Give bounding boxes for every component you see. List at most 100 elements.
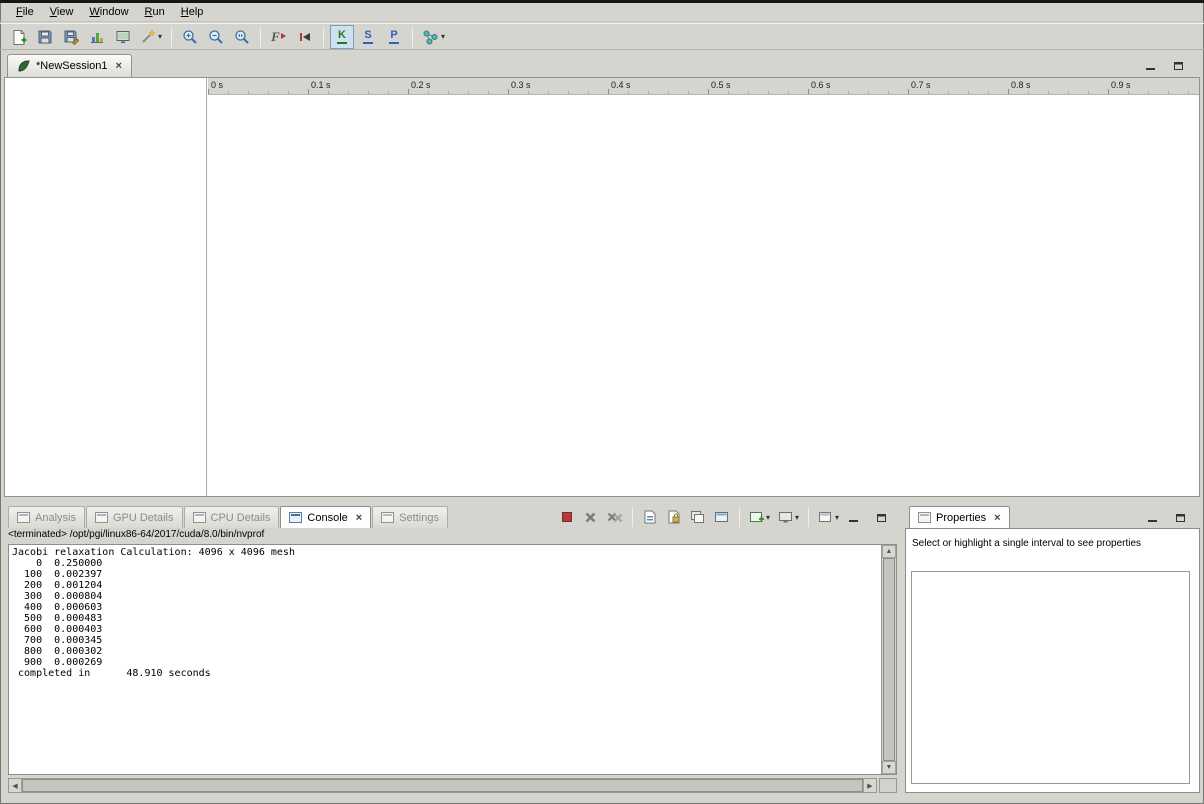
kernel-toggle-button[interactable]: K bbox=[330, 25, 354, 49]
editor-maximize-button[interactable] bbox=[1171, 59, 1186, 72]
ruler-tick-mark bbox=[1128, 91, 1129, 94]
console-horizontal-scrollbar[interactable]: ◀ ▶ bbox=[8, 778, 877, 793]
ruler-tick-mark bbox=[748, 91, 749, 94]
ruler-tick-mark bbox=[348, 91, 349, 94]
tab-properties[interactable]: Properties × bbox=[909, 506, 1010, 528]
remove-all-x-icon bbox=[607, 511, 623, 524]
horizontal-scroll-thumb[interactable] bbox=[22, 779, 863, 792]
tab-analysis[interactable]: Analysis bbox=[8, 506, 85, 528]
tab-label: Analysis bbox=[35, 512, 76, 524]
close-icon[interactable]: × bbox=[116, 60, 122, 72]
zoom-out-button[interactable] bbox=[204, 25, 228, 49]
close-icon[interactable]: × bbox=[356, 512, 362, 524]
console-minimize-button[interactable] bbox=[846, 511, 861, 524]
scroll-lock-button[interactable] bbox=[663, 506, 685, 528]
save-session-as-button[interactable] bbox=[59, 25, 83, 49]
timeline-editor-body: 0 s0.1 s0.2 s0.3 s0.4 s0.5 s0.6 s0.7 s0.… bbox=[4, 77, 1200, 497]
vertical-scroll-thumb[interactable] bbox=[883, 558, 895, 761]
tab-settings[interactable]: Settings bbox=[372, 506, 448, 528]
console-display-menu-button[interactable]: ▾ bbox=[775, 506, 802, 528]
toolbar-separator bbox=[323, 27, 324, 47]
toolbar-separator bbox=[739, 507, 740, 527]
analysis-menu-button[interactable]: ▾ bbox=[419, 25, 448, 49]
settings-tab-icon bbox=[381, 512, 394, 523]
zoom-out-icon bbox=[208, 29, 224, 45]
ruler-tick-mark bbox=[568, 91, 569, 94]
ruler-tick-mark bbox=[328, 91, 329, 94]
remove-all-terminated-button[interactable] bbox=[604, 506, 626, 528]
f-marker-icon: F bbox=[271, 29, 280, 45]
display-selected-console-button[interactable] bbox=[711, 506, 733, 528]
tab-console[interactable]: Console × bbox=[280, 506, 371, 528]
chevron-down-icon[interactable]: ▾ bbox=[441, 32, 445, 41]
ruler-tick-label: 0.5 s bbox=[711, 80, 731, 90]
ruler-tick-label: 0.9 s bbox=[1111, 80, 1131, 90]
stream-toggle-button[interactable]: S bbox=[356, 25, 380, 49]
chevron-down-icon[interactable]: ▾ bbox=[835, 513, 839, 522]
export-report-button[interactable] bbox=[111, 25, 135, 49]
console-output: Jacobi relaxation Calculation: 4096 x 40… bbox=[12, 547, 878, 774]
menu-file[interactable]: File bbox=[8, 4, 42, 20]
timeline-canvas[interactable] bbox=[208, 95, 1199, 496]
zoom-in-button[interactable] bbox=[178, 25, 202, 49]
scroll-right-arrow-icon[interactable]: ▶ bbox=[863, 779, 876, 792]
ruler-tick-mark bbox=[208, 89, 209, 94]
console-vertical-scrollbar[interactable]: ▲ ▼ bbox=[881, 545, 896, 774]
zoom-fit-button[interactable] bbox=[230, 25, 254, 49]
flag-marker-button[interactable]: F bbox=[267, 25, 291, 49]
ruler-tick-mark bbox=[388, 91, 389, 94]
tab-label: GPU Details bbox=[113, 512, 174, 524]
scroll-up-arrow-icon[interactable]: ▲ bbox=[882, 545, 896, 558]
menu-window[interactable]: Window bbox=[81, 4, 136, 20]
menu-help[interactable]: Help bbox=[173, 4, 212, 20]
ruler-tick-mark bbox=[268, 91, 269, 94]
open-console-button[interactable]: ▾ bbox=[746, 506, 773, 528]
console-maximize-button[interactable] bbox=[874, 511, 889, 524]
menu-run[interactable]: Run bbox=[137, 4, 173, 20]
terminate-icon bbox=[562, 512, 572, 522]
zoom-fit-icon bbox=[234, 29, 250, 45]
tab-label: Console bbox=[307, 512, 347, 524]
scroll-left-arrow-icon[interactable]: ◀ bbox=[9, 779, 22, 792]
analyze-wand-button[interactable]: ▾ bbox=[137, 25, 165, 49]
ruler-tick-mark bbox=[248, 91, 249, 94]
scrollbar-corner bbox=[879, 778, 897, 793]
properties-message: Select or highlight a single interval to… bbox=[906, 529, 1199, 549]
console-monitor-icon bbox=[778, 510, 793, 524]
scroll-down-arrow-icon[interactable]: ▼ bbox=[882, 761, 896, 774]
clear-console-icon bbox=[643, 510, 657, 524]
open-console-icon bbox=[749, 510, 764, 524]
wand-icon bbox=[140, 29, 156, 45]
goto-marker-button[interactable] bbox=[293, 25, 317, 49]
properties-maximize-button[interactable] bbox=[1173, 511, 1188, 524]
tab-cpu-details[interactable]: CPU Details bbox=[184, 506, 280, 528]
remove-launch-button[interactable] bbox=[580, 506, 602, 528]
timeline-ruler[interactable]: 0 s0.1 s0.2 s0.3 s0.4 s0.5 s0.6 s0.7 s0.… bbox=[208, 78, 1199, 95]
terminate-button[interactable] bbox=[556, 506, 578, 528]
ruler-tick-mark bbox=[828, 91, 829, 94]
menu-view[interactable]: View bbox=[42, 4, 82, 20]
ruler-tick-mark bbox=[468, 91, 469, 94]
chevron-down-icon[interactable]: ▾ bbox=[158, 32, 162, 41]
save-session-button[interactable] bbox=[33, 25, 57, 49]
editor-minimize-button[interactable] bbox=[1143, 59, 1158, 72]
pin-console-button[interactable] bbox=[687, 506, 709, 528]
tab-gpu-details[interactable]: GPU Details bbox=[86, 506, 183, 528]
clear-console-button[interactable] bbox=[639, 506, 661, 528]
chevron-down-icon[interactable]: ▾ bbox=[795, 513, 799, 522]
timeline-chart-button[interactable] bbox=[85, 25, 109, 49]
chevron-down-icon[interactable]: ▾ bbox=[766, 513, 770, 522]
session-tab[interactable]: *NewSession1 × bbox=[7, 54, 132, 77]
tab-label: Settings bbox=[399, 512, 439, 524]
analysis-tab-icon bbox=[17, 512, 30, 523]
new-session-button[interactable] bbox=[7, 25, 31, 49]
close-icon[interactable]: × bbox=[994, 512, 1000, 524]
console-view-menu-button[interactable]: ▾ bbox=[815, 506, 842, 528]
process-toggle-button[interactable]: P bbox=[382, 25, 406, 49]
toolbar-separator bbox=[808, 507, 809, 527]
ruler-tick-mark bbox=[928, 91, 929, 94]
ruler-tick-mark bbox=[648, 91, 649, 94]
ruler-tick-mark bbox=[448, 91, 449, 94]
properties-minimize-button[interactable] bbox=[1145, 511, 1160, 524]
toolbar-separator bbox=[260, 27, 261, 47]
